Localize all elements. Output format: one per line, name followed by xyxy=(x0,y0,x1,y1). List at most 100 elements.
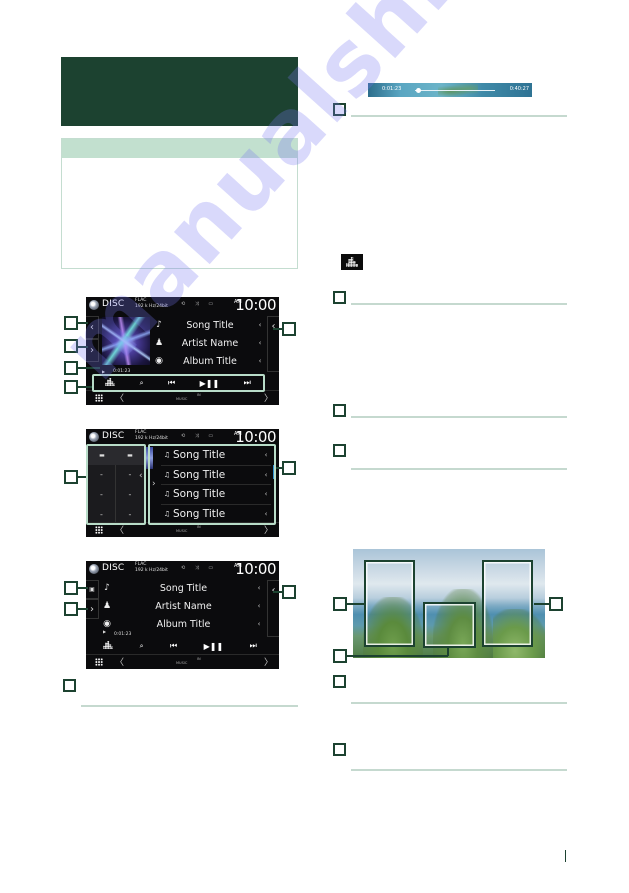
chevron-left-icon: ‹ xyxy=(257,602,261,610)
home-grid-icon[interactable] xyxy=(95,658,103,666)
nav-right-button[interactable]: 〉 xyxy=(264,655,273,668)
chevron-right-icon: › xyxy=(90,603,94,615)
callout-line xyxy=(447,646,449,656)
artist-name: Artist Name xyxy=(155,600,212,612)
equalizer-icon xyxy=(346,257,358,267)
source-label[interactable]: DISC xyxy=(102,299,124,309)
progress-bar-sample[interactable]: 0:01:23 0:40:27 xyxy=(368,83,532,97)
touch-zone-left[interactable] xyxy=(364,560,415,647)
artist-icon: ♟ xyxy=(154,338,164,348)
artist-row[interactable]: ♟ Artist Name ‹ xyxy=(101,597,264,615)
disc-icon: ◉ xyxy=(103,619,111,629)
album-art[interactable] xyxy=(102,317,150,365)
callout-line xyxy=(78,608,88,610)
disc-icon: ◉ xyxy=(155,356,163,366)
callout-1 xyxy=(64,470,78,484)
callout-2 xyxy=(282,461,296,475)
callout-line xyxy=(78,322,88,324)
callout-3 xyxy=(282,585,296,599)
home-grid-icon[interactable] xyxy=(95,394,103,402)
album-title: Album Title xyxy=(156,618,211,630)
note-box-heading xyxy=(62,139,297,158)
source-label[interactable]: DISC xyxy=(102,431,124,441)
callout-line xyxy=(78,476,86,478)
play-pause-button[interactable]: ▶❚❚ xyxy=(204,642,224,651)
item-rule xyxy=(351,769,567,771)
item-rule xyxy=(351,468,567,470)
music-note-icon: ♪ xyxy=(156,320,162,330)
item-heading xyxy=(63,679,298,709)
artwork-icon: ▣ xyxy=(89,586,95,593)
chevron-left-icon: ‹ xyxy=(257,584,261,592)
chevron-left-icon: ‹ xyxy=(258,357,262,365)
next-button[interactable]: ⏭ xyxy=(250,641,257,651)
equalizer-button-sample xyxy=(341,254,363,270)
item-number-box xyxy=(333,291,346,304)
chevron-left-icon: ‹ xyxy=(271,321,276,332)
nav-right-button[interactable]: 〉 xyxy=(264,391,273,404)
text-info-tab[interactable]: ‹ xyxy=(267,580,279,637)
callout-line xyxy=(78,386,92,388)
artwork-tab[interactable]: ▣ xyxy=(86,580,99,599)
progress-track[interactable] xyxy=(415,89,495,91)
song-list-highlight xyxy=(148,444,276,525)
callout-line xyxy=(273,591,282,593)
in-label: IN xyxy=(197,657,201,661)
song-title-row[interactable]: ♪ Song Title ‹ xyxy=(153,316,265,334)
text-info-tab[interactable]: ‹ xyxy=(267,316,279,372)
item-heading xyxy=(333,404,567,420)
album-row[interactable]: ◉ Album Title ‹ xyxy=(153,352,265,370)
callout-3 xyxy=(64,361,78,375)
control-bar: ⌕ ⏮ ▶❚❚ ⏭ xyxy=(90,638,270,654)
page-footer-marker xyxy=(565,850,566,862)
in-label: IN xyxy=(197,525,201,529)
music-label: MUSIC xyxy=(176,529,188,533)
callout-line xyxy=(276,467,282,469)
nav-left-button[interactable]: 〈 xyxy=(115,391,124,404)
progress-knob[interactable] xyxy=(416,87,422,93)
item-heading xyxy=(333,291,567,307)
album-row[interactable]: ◉ Album Title ‹ xyxy=(101,615,264,633)
item-heading xyxy=(333,444,567,472)
callout-line xyxy=(78,367,100,369)
callout-3 xyxy=(333,649,347,663)
song-title-row[interactable]: ♪ Song Title ‹ xyxy=(101,579,264,597)
source-label[interactable]: DISC xyxy=(102,563,124,573)
song-title: Song Title xyxy=(159,582,208,594)
item-number-box xyxy=(333,444,346,457)
item-number-box xyxy=(333,675,346,688)
callout-2 xyxy=(549,597,563,611)
item-number-box xyxy=(333,743,346,756)
album-title: Album Title xyxy=(183,355,237,367)
callout-line xyxy=(347,655,448,657)
play-time: 0:01:23 xyxy=(114,632,132,637)
music-note-icon: ♪ xyxy=(104,583,110,593)
nav-left-button[interactable]: 〈 xyxy=(115,655,124,668)
artist-icon: ♟ xyxy=(102,601,112,611)
disc-icon xyxy=(89,300,99,310)
section-header xyxy=(61,57,298,126)
eq-button[interactable] xyxy=(103,641,114,651)
home-grid-icon[interactable] xyxy=(95,526,103,534)
repeat-shuffle-icons: ⟲ ⤨ ▭ xyxy=(181,433,218,439)
item-number-box xyxy=(333,404,346,417)
play-status-icon: ▶ xyxy=(103,629,107,634)
callout-1 xyxy=(64,581,78,595)
item-rule xyxy=(351,303,567,305)
touch-zone-right[interactable] xyxy=(482,560,533,647)
touch-zone-center[interactable] xyxy=(423,602,476,648)
elapsed-time: 0:01:23 xyxy=(382,86,402,92)
item-heading xyxy=(333,103,567,119)
search-button[interactable]: ⌕ xyxy=(140,642,144,651)
callout-line xyxy=(347,603,364,605)
list-tab-open[interactable]: › xyxy=(86,339,99,362)
item-rule xyxy=(351,702,567,704)
compact-play-screen: DISC FLAC 192 k Hz/24bit ⟲ ⤨ ▭ AM 10:00 … xyxy=(86,561,279,669)
artist-row[interactable]: ♟ Artist Name ‹ xyxy=(153,334,265,352)
chevron-left-icon: ‹ xyxy=(90,322,94,333)
info-tab-left[interactable]: ‹ xyxy=(86,316,99,339)
music-label: MUSIC xyxy=(176,661,188,665)
disc-icon xyxy=(89,564,99,574)
previous-button[interactable]: ⏮ xyxy=(170,641,177,651)
item-rule xyxy=(351,115,567,117)
